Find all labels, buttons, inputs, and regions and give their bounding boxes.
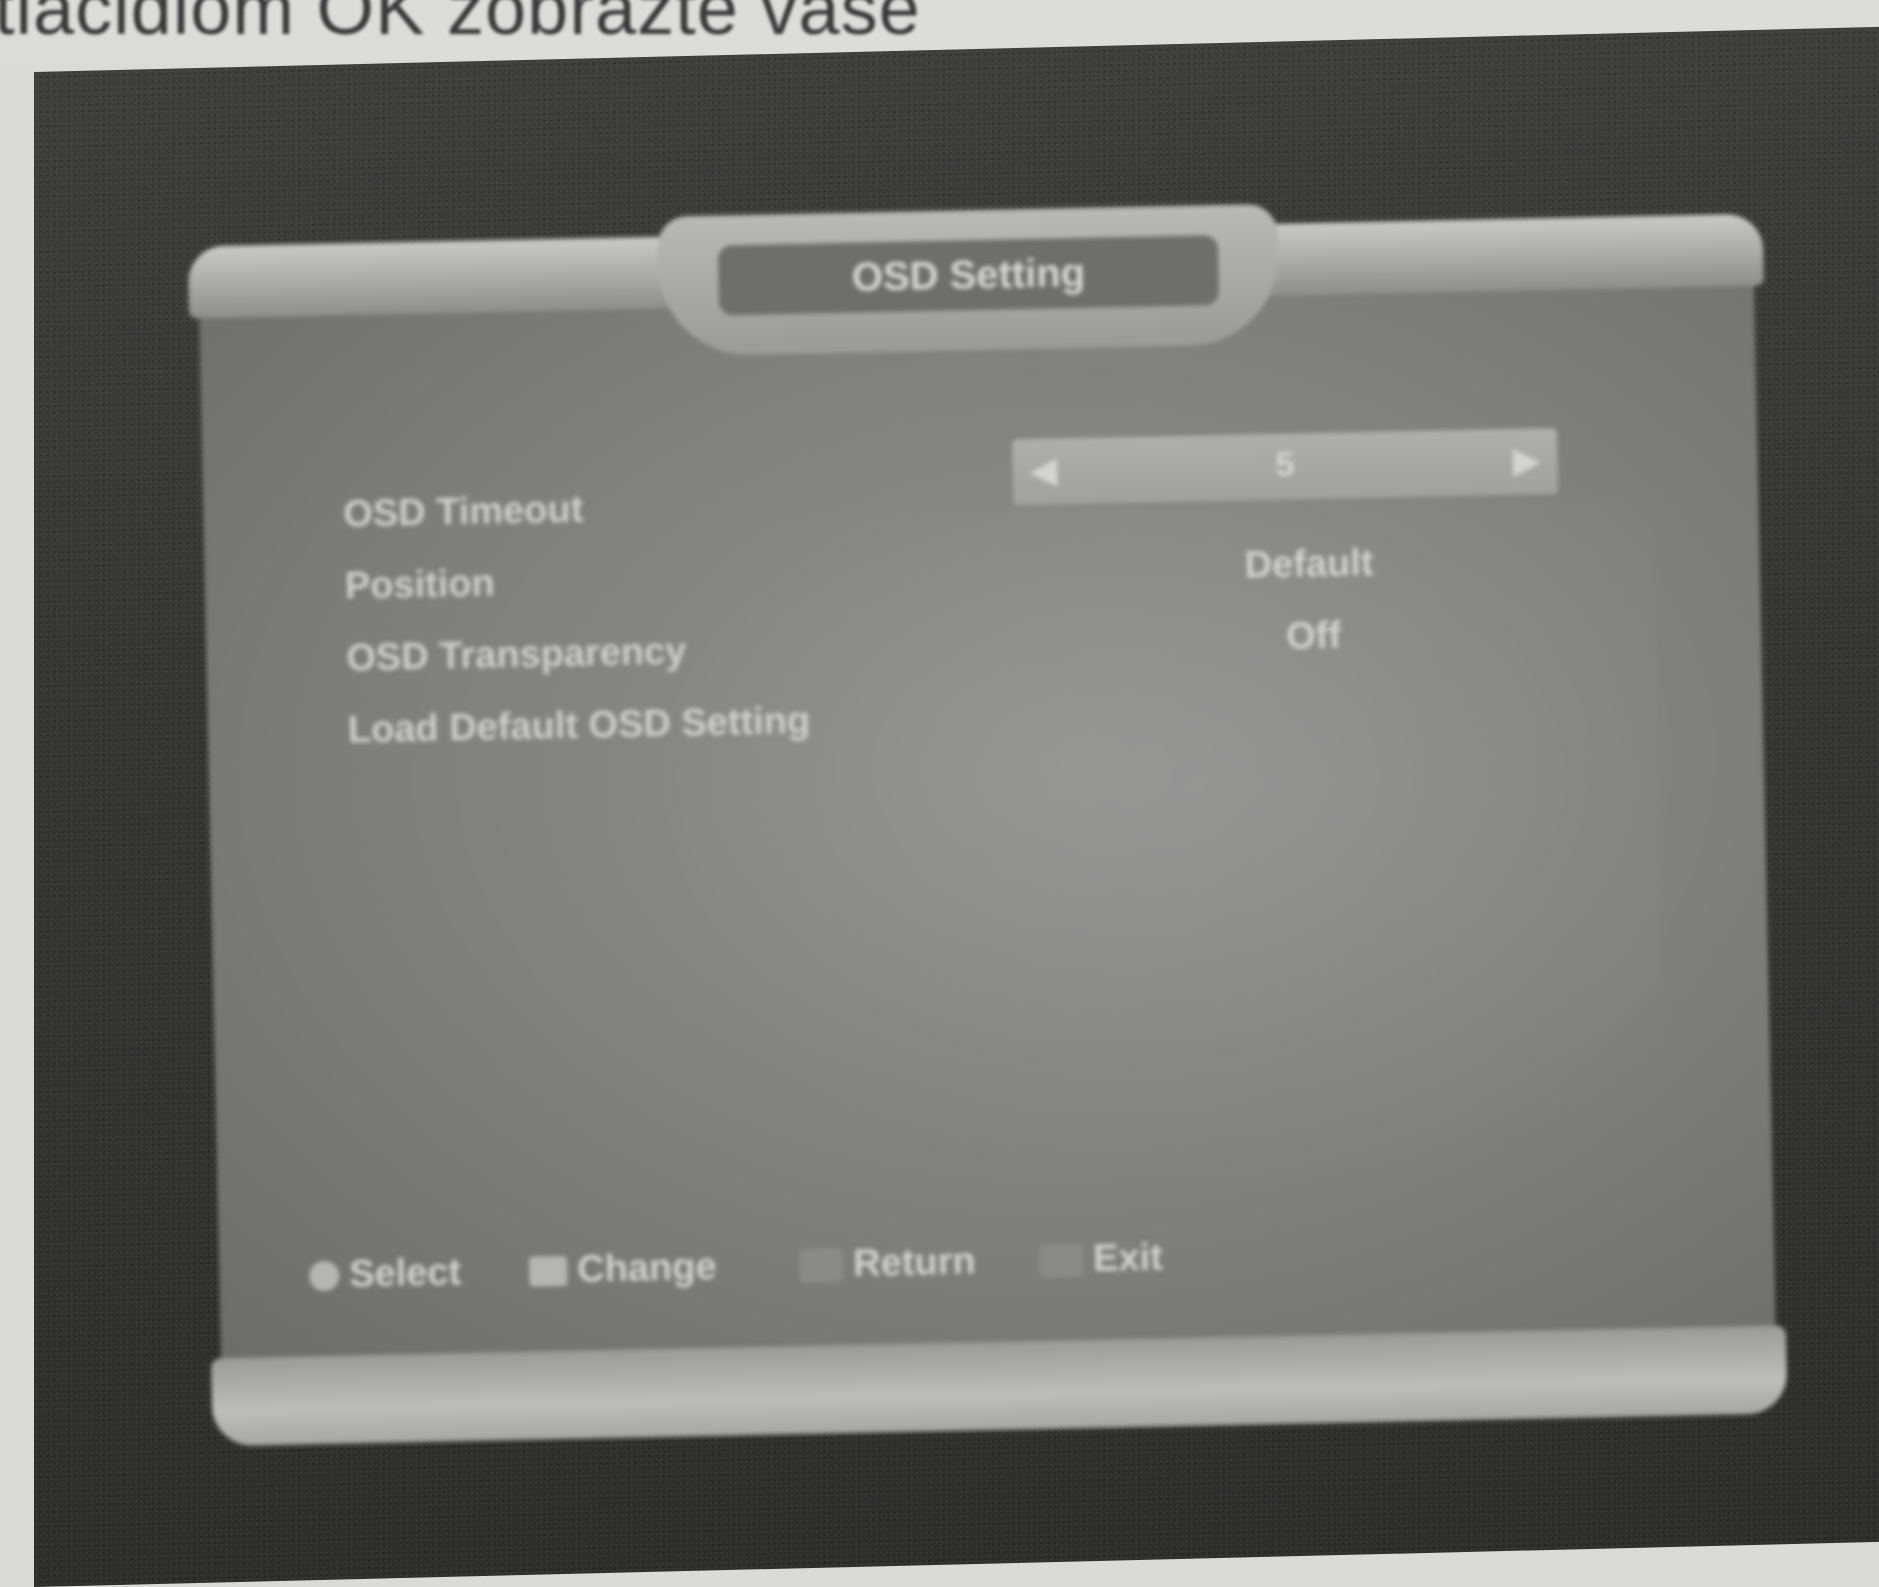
osd-title: OSD Setting — [851, 250, 1086, 300]
help-return: Return — [798, 1240, 977, 1287]
help-change-label: Change — [576, 1245, 717, 1291]
transparency-value[interactable]: Off — [1286, 615, 1342, 659]
setting-osd-timeout[interactable]: OSD Timeout — [343, 488, 584, 536]
help-change: Change — [528, 1245, 717, 1293]
manual-page-text: tlačidlom OK zobrazte vaše — [0, 0, 921, 50]
help-exit-label: Exit — [1092, 1236, 1164, 1280]
left-right-keys-icon — [528, 1255, 568, 1287]
osd-title-box: OSD Setting — [717, 235, 1220, 316]
help-select-label: Select — [348, 1251, 462, 1296]
setting-position[interactable]: Position — [344, 562, 495, 608]
select-icon — [308, 1260, 340, 1291]
osd-timeout-value: 5 — [1275, 445, 1295, 484]
exit-key-icon — [1038, 1242, 1084, 1278]
help-exit: Exit — [1038, 1236, 1164, 1282]
return-key-icon — [798, 1247, 844, 1283]
osd-setting-window: OSD Setting OSD Timeout Position OSD Tra… — [187, 174, 1788, 1477]
position-value[interactable]: Default — [1244, 542, 1374, 588]
osd-title-tab: OSD Setting — [657, 203, 1280, 357]
setting-osd-transparency[interactable]: OSD Transparency — [346, 630, 687, 680]
osd-timeout-selector[interactable]: ◀ 5 ▶ — [1011, 427, 1559, 506]
right-arrow-icon[interactable]: ▶ — [1513, 440, 1540, 481]
help-return-label: Return — [852, 1240, 977, 1285]
help-select: Select — [308, 1251, 462, 1297]
